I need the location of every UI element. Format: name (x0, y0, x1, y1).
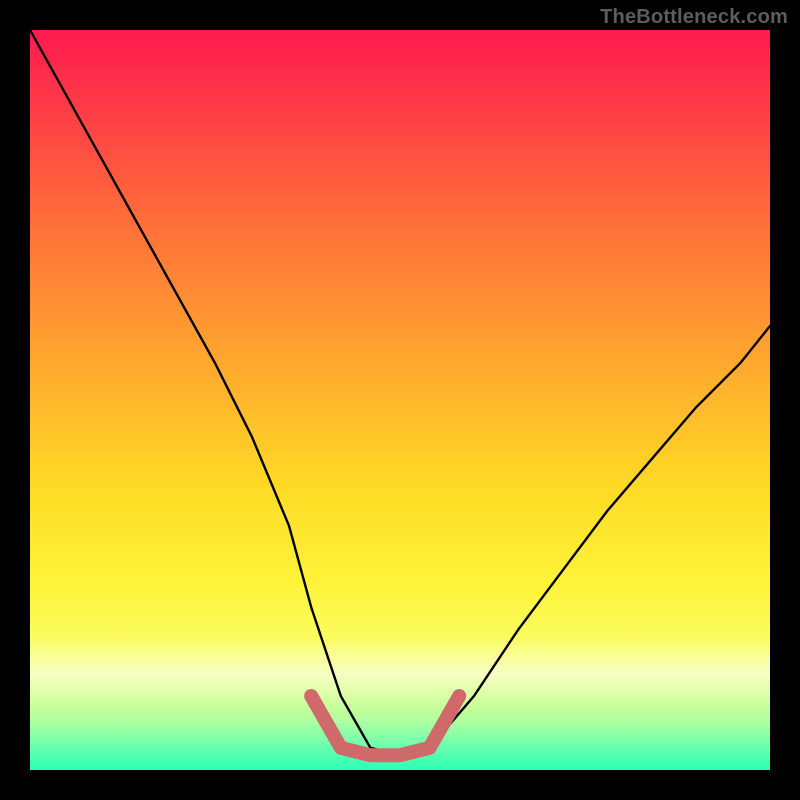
curve-layer (30, 30, 770, 770)
bottleneck-curve (30, 30, 770, 755)
plot-area (30, 30, 770, 770)
sweet-spot-marker (311, 696, 459, 755)
watermark-text: TheBottleneck.com (600, 6, 788, 29)
chart-frame: TheBottleneck.com (0, 0, 800, 800)
